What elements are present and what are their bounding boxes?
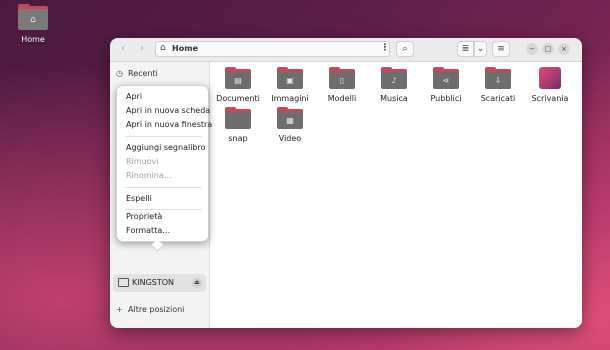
- folder-item-scaricati[interactable]: ⇩ Scaricati: [472, 67, 524, 103]
- forward-icon: ›: [140, 43, 144, 54]
- path-label: Home: [172, 44, 198, 53]
- menu-separator: [125, 136, 202, 137]
- menu-item-open-new-window[interactable]: Apri in nuova finestra: [126, 120, 212, 129]
- folder-label: Musica: [380, 94, 408, 103]
- share-icon: ⋖: [433, 67, 459, 89]
- view-toggle-button[interactable]: ≣: [457, 41, 474, 57]
- clock-icon: ◷: [116, 69, 123, 78]
- folder-view: ▤ Documenti ▣ Immagini ▯ Modelli ♪ Music…: [210, 62, 582, 328]
- image-icon: ▣: [277, 67, 303, 89]
- folder-item-modelli[interactable]: ▯ Modelli: [316, 67, 368, 103]
- folder-item-immagini[interactable]: ▣ Immagini: [264, 67, 316, 103]
- menu-item-remove: Rimuovi: [126, 157, 159, 166]
- eject-icon[interactable]: ⏏: [192, 278, 202, 288]
- forward-button[interactable]: ›: [134, 41, 150, 57]
- sidebar-item-kingston[interactable]: KINGSTON ⏏: [113, 274, 206, 292]
- sidebar-item-recent[interactable]: ◷ Recenti: [116, 69, 158, 78]
- video-icon: ▦: [277, 107, 303, 129]
- search-icon: ⌕: [402, 44, 408, 54]
- folder-icon: [225, 107, 251, 129]
- list-view-icon: ≣: [461, 44, 470, 54]
- path-menu-button[interactable]: ⋮: [376, 41, 394, 57]
- menu-item-open-new-tab[interactable]: Apri in nuova scheda: [126, 106, 210, 115]
- download-icon: ⇩: [485, 67, 511, 89]
- close-icon: ×: [561, 45, 567, 53]
- search-button[interactable]: ⌕: [396, 41, 414, 57]
- folder-label: Scrivania: [531, 94, 569, 103]
- minimize-icon: −: [529, 45, 535, 53]
- sidebar-item-label: Altre posizioni: [128, 305, 185, 314]
- menu-item-properties[interactable]: Proprietà: [126, 212, 162, 221]
- path-bar[interactable]: ⌂ Home: [155, 41, 390, 57]
- folder-label: snap: [228, 134, 248, 143]
- menu-item-rename: Rinomina…: [126, 171, 172, 180]
- sidebar-item-other-locations[interactable]: + Altre posizioni: [116, 305, 184, 314]
- document-icon: ▤: [225, 67, 251, 89]
- folder-label: Documenti: [216, 94, 260, 103]
- home-icon: ⌂: [160, 43, 166, 53]
- back-button[interactable]: ‹: [115, 41, 131, 57]
- menu-item-format[interactable]: Formatta…: [126, 226, 170, 235]
- folder-label: Immagini: [271, 94, 309, 103]
- main-menu-button[interactable]: ≡: [492, 41, 510, 57]
- desktop-icon: [539, 67, 561, 89]
- maximize-button[interactable]: □: [542, 43, 554, 55]
- headerbar: ‹ › ⌂ Home ⋮ ⌕ ≣ ⌄ ≡ − □ ×: [110, 38, 582, 62]
- menu-dots-icon: ⋮: [380, 43, 390, 53]
- menu-separator: [125, 209, 202, 210]
- sidebar-item-label: KINGSTON: [132, 278, 175, 287]
- menu-item-open[interactable]: Apri: [126, 92, 142, 101]
- folder-item-musica[interactable]: ♪ Musica: [368, 67, 420, 103]
- folder-label: Modelli: [327, 94, 357, 103]
- close-button[interactable]: ×: [558, 43, 570, 55]
- folder-label: Pubblici: [430, 94, 462, 103]
- context-menu: Apri Apri in nuova scheda Apri in nuova …: [116, 85, 212, 242]
- minimize-button[interactable]: −: [526, 43, 538, 55]
- maximize-icon: □: [544, 45, 552, 53]
- folder-item-video[interactable]: ▦ Video: [264, 107, 316, 143]
- desktop-home-label: Home: [21, 35, 45, 44]
- plus-icon: +: [116, 305, 123, 314]
- view-options-button[interactable]: ⌄: [474, 41, 487, 57]
- hamburger-icon: ≡: [497, 44, 505, 54]
- sidebar-item-label: Recenti: [128, 69, 158, 78]
- folder-label: Scaricati: [480, 94, 516, 103]
- home-folder-icon: ⌂: [18, 4, 48, 32]
- menu-separator: [125, 187, 202, 188]
- drive-icon: [118, 278, 129, 287]
- back-icon: ‹: [121, 43, 125, 54]
- folder-item-documenti[interactable]: ▤ Documenti: [212, 67, 264, 103]
- menu-item-eject[interactable]: Espelli: [126, 194, 152, 203]
- folder-label: Video: [278, 134, 302, 143]
- folder-item-snap[interactable]: snap: [212, 107, 264, 143]
- folder-item-scrivania[interactable]: Scrivania: [524, 67, 576, 103]
- desktop-home-shortcut[interactable]: ⌂ Home: [14, 4, 52, 44]
- folder-item-pubblici[interactable]: ⋖ Pubblici: [420, 67, 472, 103]
- menu-item-add-bookmark[interactable]: Aggiungi segnalibro: [126, 143, 206, 152]
- template-icon: ▯: [329, 67, 355, 89]
- chevron-down-icon: ⌄: [476, 44, 485, 54]
- music-icon: ♪: [381, 67, 407, 89]
